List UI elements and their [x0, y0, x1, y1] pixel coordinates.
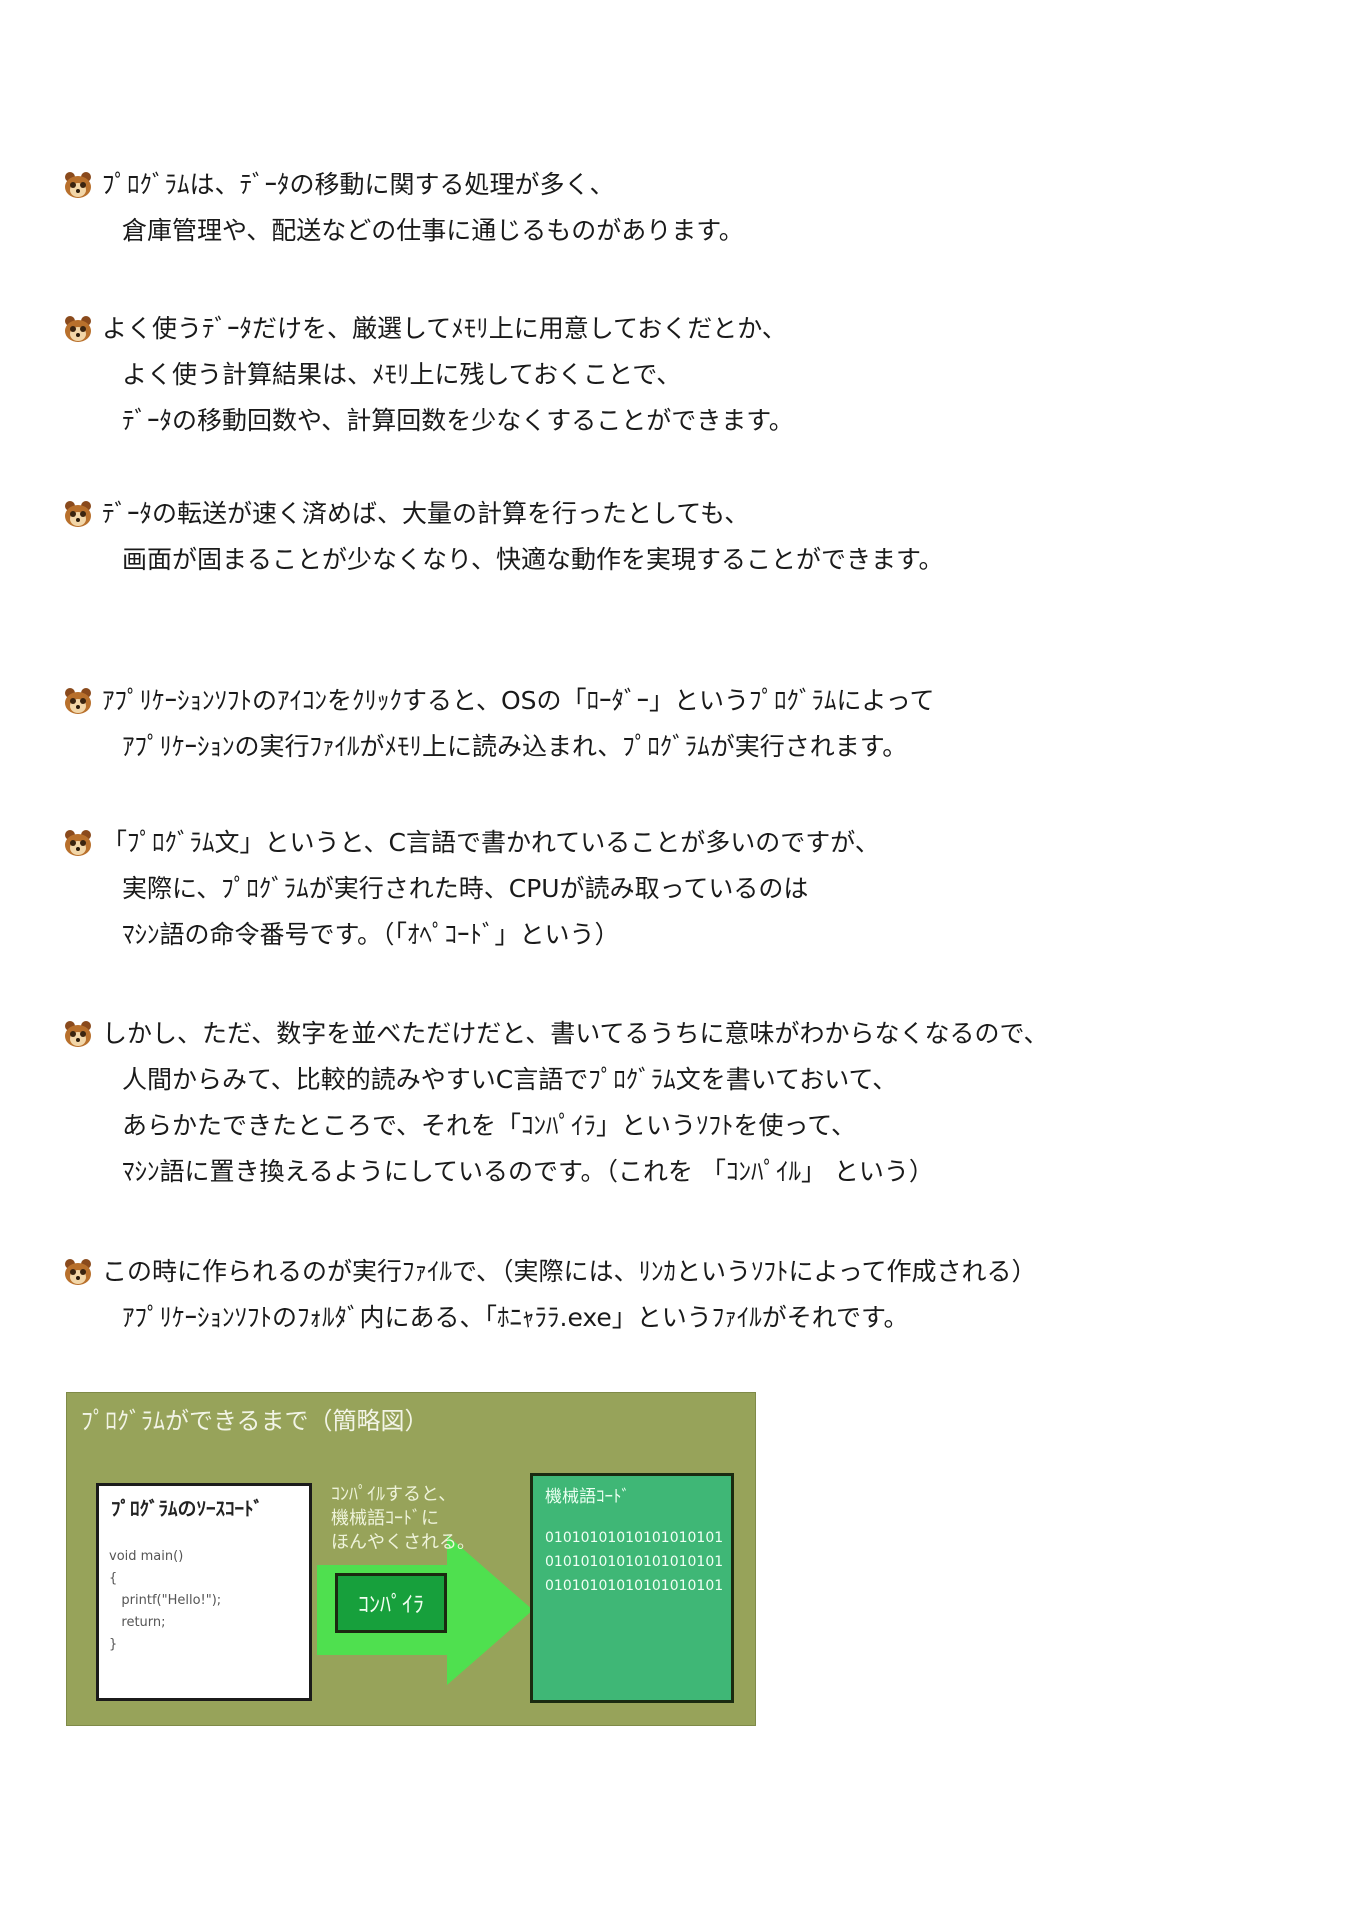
source-code-box: ﾌﾟﾛｸﾞﾗﾑのｿｰｽｺｰﾄﾞ void main() { printf("He…: [96, 1483, 312, 1701]
paragraph-line: ﾃﾞｰﾀの転送が速く済めば、大量の計算を行ったとしても、: [62, 491, 1262, 537]
paragraph-3: ﾃﾞｰﾀの転送が速く済めば、大量の計算を行ったとしても、 画面が固まることが少な…: [62, 491, 1262, 583]
tanuki-face-icon: [65, 172, 91, 198]
paragraph-6: しかし、ただ、数字を並べただけだと、書いてるうちに意味がわからなくなるので、 人…: [62, 1011, 1262, 1195]
source-code-title: ﾌﾟﾛｸﾞﾗﾑのｿｰｽｺｰﾄﾞ: [111, 1498, 264, 1520]
paragraph-line: 人間からみて、比較的読みやすいC言語でﾌﾟﾛｸﾞﾗﾑ文を書いておいて、: [62, 1057, 1262, 1103]
compile-diagram: ﾌﾟﾛｸﾞﾗﾑができるまで（簡略図） ﾌﾟﾛｸﾞﾗﾑのｿｰｽｺｰﾄﾞ void …: [66, 1392, 756, 1726]
paragraph-text: ｱﾌﾟﾘｹｰｼｮﾝｿﾌﾄのﾌｫﾙﾀﾞ内にある、「ﾎﾆｬﾗﾗ.exe」というﾌｧｲ…: [122, 1303, 909, 1332]
paragraph-line: この時に作られるのが実行ﾌｧｲﾙで、（実際には、ﾘﾝｶというｿﾌﾄによって作成さ…: [62, 1249, 1262, 1295]
paragraph-text: 画面が固まることが少なくなり、快適な動作を実現することができます。: [122, 545, 944, 574]
diagram-title: ﾌﾟﾛｸﾞﾗﾑができるまで（簡略図）: [81, 1407, 429, 1435]
paragraph-line: よく使うﾃﾞｰﾀだけを、厳選してﾒﾓﾘ上に用意しておくだとか、: [62, 306, 1262, 352]
paragraph-text: ｱﾌﾟﾘｹｰｼｮﾝｿﾌﾄのｱｲｺﾝをｸﾘｯｸすると、OSの「ﾛｰﾀﾞｰ」というﾌ…: [102, 686, 935, 715]
paragraph-2: よく使うﾃﾞｰﾀだけを、厳選してﾒﾓﾘ上に用意しておくだとか、 よく使う計算結果…: [62, 306, 1262, 444]
compile-note: ｺﾝﾊﾟｲﾙすると、 機械語ｺｰﾄﾞに ほんやくされる。: [331, 1484, 475, 1553]
paragraph-line: よく使う計算結果は、ﾒﾓﾘ上に残しておくことで、: [62, 352, 1262, 398]
paragraph-text: よく使う計算結果は、ﾒﾓﾘ上に残しておくことで、: [122, 360, 682, 389]
paragraph-text: 人間からみて、比較的読みやすいC言語でﾌﾟﾛｸﾞﾗﾑ文を書いておいて、: [122, 1065, 898, 1094]
source-code: void main() { printf("Hello!"); return; …: [109, 1549, 222, 1652]
paragraph-line: ﾏｼﾝ語の命令番号です。（「ｵﾍﾟｺｰﾄﾞ」という）: [62, 912, 1262, 958]
paragraph-text: 倉庫管理や、配送などの仕事に通じるものがあります。: [122, 216, 744, 245]
paragraph-line: ﾃﾞｰﾀの移動回数や、計算回数を少なくすることができます。: [62, 398, 1262, 444]
paragraph-text: ﾏｼﾝ語の命令番号です。（「ｵﾍﾟｺｰﾄﾞ」という）: [122, 920, 620, 949]
paragraph-line: あらかたできたところで、それを「ｺﾝﾊﾟｲﾗ」というｿﾌﾄを使って、: [62, 1103, 1262, 1149]
paragraph-text: ｱﾌﾟﾘｹｰｼｮﾝの実行ﾌｧｲﾙがﾒﾓﾘ上に読み込まれ、ﾌﾟﾛｸﾞﾗﾑが実行され…: [122, 732, 908, 761]
paragraph-text: 実際に、ﾌﾟﾛｸﾞﾗﾑが実行された時、CPUが読み取っているのは: [122, 874, 809, 903]
paragraph-line: ﾏｼﾝ語に置き換えるようにしているのです。（これを 「ｺﾝﾊﾟｲﾙ」 という）: [62, 1149, 1262, 1195]
compiler-label: ｺﾝﾊﾟｲﾗ: [335, 1573, 447, 1633]
paragraph-text: ﾌﾟﾛｸﾞﾗﾑは、ﾃﾞｰﾀの移動に関する処理が多く、: [102, 170, 615, 199]
tanuki-face-icon: [65, 1259, 91, 1285]
paragraph-line: ｱﾌﾟﾘｹｰｼｮﾝの実行ﾌｧｲﾙがﾒﾓﾘ上に読み込まれ、ﾌﾟﾛｸﾞﾗﾑが実行され…: [62, 724, 1262, 770]
paragraph-5: 「ﾌﾟﾛｸﾞﾗﾑ文」というと、C言語で書かれていることが多いのですが、 実際に、…: [62, 820, 1262, 958]
paragraph-text: 「ﾌﾟﾛｸﾞﾗﾑ文」というと、C言語で書かれていることが多いのですが、: [102, 828, 880, 857]
tanuki-face-icon: [65, 316, 91, 342]
paragraph-line: 実際に、ﾌﾟﾛｸﾞﾗﾑが実行された時、CPUが読み取っているのは: [62, 866, 1262, 912]
paragraph-line: 倉庫管理や、配送などの仕事に通じるものがあります。: [62, 208, 1262, 254]
paragraph-text: ﾃﾞｰﾀの移動回数や、計算回数を少なくすることができます。: [122, 406, 794, 435]
paragraph-text: ﾃﾞｰﾀの転送が速く済めば、大量の計算を行ったとしても、: [102, 499, 750, 528]
paragraph-line: 「ﾌﾟﾛｸﾞﾗﾑ文」というと、C言語で書かれていることが多いのですが、: [62, 820, 1262, 866]
paragraph-4: ｱﾌﾟﾘｹｰｼｮﾝｿﾌﾄのｱｲｺﾝをｸﾘｯｸすると、OSの「ﾛｰﾀﾞｰ」というﾌ…: [62, 678, 1262, 770]
paragraph-text: この時に作られるのが実行ﾌｧｲﾙで、（実際には、ﾘﾝｶというｿﾌﾄによって作成さ…: [102, 1257, 1037, 1286]
paragraph-7: この時に作られるのが実行ﾌｧｲﾙで、（実際には、ﾘﾝｶというｿﾌﾄによって作成さ…: [62, 1249, 1262, 1341]
tanuki-face-icon: [65, 830, 91, 856]
paragraph-text: しかし、ただ、数字を並べただけだと、書いてるうちに意味がわからなくなるので、: [102, 1019, 1049, 1048]
paragraph-line: ｱﾌﾟﾘｹｰｼｮﾝｿﾌﾄのｱｲｺﾝをｸﾘｯｸすると、OSの「ﾛｰﾀﾞｰ」というﾌ…: [62, 678, 1262, 724]
paragraph-text: よく使うﾃﾞｰﾀだけを、厳選してﾒﾓﾘ上に用意しておくだとか、: [102, 314, 787, 343]
machine-code-box: 機械語ｺｰﾄﾞ 01010101010101010101 01010101010…: [530, 1473, 734, 1703]
tanuki-face-icon: [65, 688, 91, 714]
paragraph-text: あらかたできたところで、それを「ｺﾝﾊﾟｲﾗ」というｿﾌﾄを使って、: [122, 1111, 857, 1140]
paragraph-line: ﾌﾟﾛｸﾞﾗﾑは、ﾃﾞｰﾀの移動に関する処理が多く、: [62, 162, 1262, 208]
paragraph-line: しかし、ただ、数字を並べただけだと、書いてるうちに意味がわからなくなるので、: [62, 1011, 1262, 1057]
machine-code-title: 機械語ｺｰﾄﾞ: [545, 1487, 630, 1507]
paragraph-line: ｱﾌﾟﾘｹｰｼｮﾝｿﾌﾄのﾌｫﾙﾀﾞ内にある、「ﾎﾆｬﾗﾗ.exe」というﾌｧｲ…: [62, 1295, 1262, 1341]
tanuki-face-icon: [65, 501, 91, 527]
paragraph-1: ﾌﾟﾛｸﾞﾗﾑは、ﾃﾞｰﾀの移動に関する処理が多く、 倉庫管理や、配送などの仕事…: [62, 162, 1262, 254]
tanuki-face-icon: [65, 1021, 91, 1047]
paragraph-line: 画面が固まることが少なくなり、快適な動作を実現することができます。: [62, 537, 1262, 583]
machine-code-binary: 01010101010101010101 0101010101010101010…: [545, 1530, 724, 1594]
paragraph-text: ﾏｼﾝ語に置き換えるようにしているのです。（これを 「ｺﾝﾊﾟｲﾙ」 という）: [122, 1157, 934, 1186]
